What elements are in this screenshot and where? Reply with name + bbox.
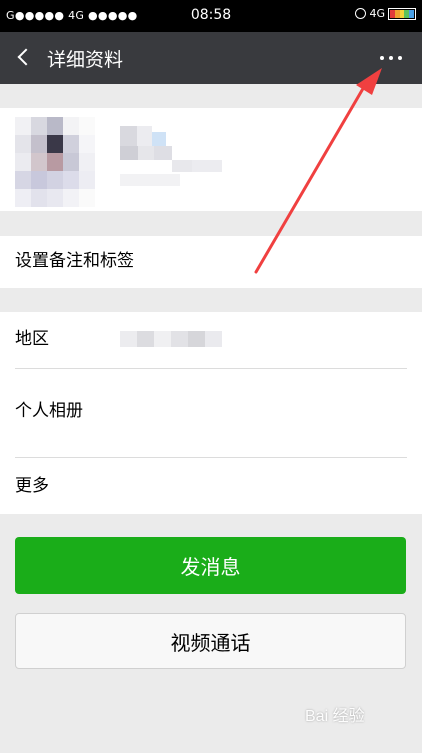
nickname-blurred — [120, 126, 225, 188]
page-title: 详细资料 — [47, 49, 124, 71]
watermark-logo: Bai 经验 — [305, 708, 365, 725]
avatar[interactable] — [15, 117, 95, 207]
back-icon[interactable] — [17, 48, 35, 66]
more-row[interactable]: 更多 — [0, 458, 422, 514]
region-row: 地区 — [0, 312, 422, 368]
more-label: 更多 — [15, 476, 49, 496]
region-value-blurred — [120, 331, 222, 347]
navigation-bar: 详细资料 — [0, 32, 422, 84]
set-remark-row[interactable]: 设置备注和标签 — [0, 236, 422, 288]
alarm-icon — [355, 8, 367, 19]
status-bar: G●●●●● 4G ●●●●● 08:58 4G — [0, 0, 422, 32]
profile-card[interactable] — [0, 108, 422, 211]
album-row[interactable]: 个人相册 — [0, 369, 422, 457]
send-message-button[interactable]: 发消息 — [15, 537, 406, 594]
video-call-button[interactable]: 视频通话 — [15, 613, 406, 669]
info-group: 地区 个人相册 更多 — [0, 312, 422, 514]
network-type: 4G — [369, 7, 385, 20]
set-remark-label: 设置备注和标签 — [15, 251, 134, 271]
region-label: 地区 — [15, 329, 49, 349]
more-options-icon[interactable] — [380, 56, 402, 60]
battery-icon — [388, 7, 416, 20]
status-right: 4G — [355, 7, 416, 20]
album-label: 个人相册 — [15, 401, 83, 421]
